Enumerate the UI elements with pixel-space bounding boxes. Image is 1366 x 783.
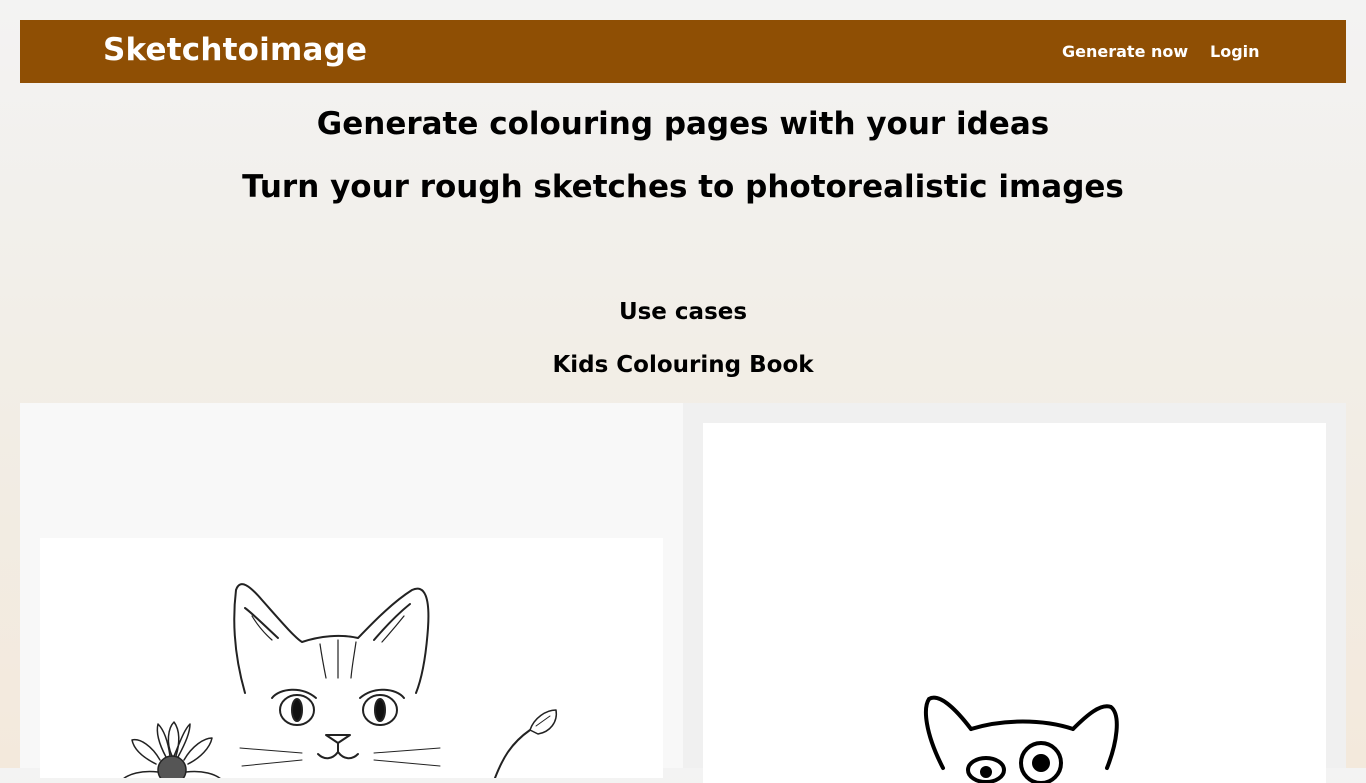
brand-logo-text[interactable]: Sketchtoimage: [103, 32, 367, 68]
nav-login-link[interactable]: Login: [1210, 42, 1260, 61]
colouring-page-image: [40, 538, 663, 778]
kids-colouring-book-heading: Kids Colouring Book: [552, 352, 814, 378]
top-navbar: Sketchtoimage Generate now Login: [20, 20, 1346, 83]
rough-sketch-image: [703, 423, 1326, 783]
example-panel-colouring-page: [20, 403, 683, 778]
cat-with-flower-line-art: [123, 583, 558, 778]
example-panel-sketch: [683, 403, 1346, 783]
use-cases-heading: Use cases: [618, 299, 748, 325]
hero-headline-sketches: Turn your rough sketches to photorealist…: [242, 169, 1124, 205]
nav-generate-now-link[interactable]: Generate now: [1062, 42, 1188, 61]
rough-sketch-line-art: [923, 695, 1119, 783]
hero-headline-colouring: Generate colouring pages with your ideas: [316, 106, 1050, 142]
